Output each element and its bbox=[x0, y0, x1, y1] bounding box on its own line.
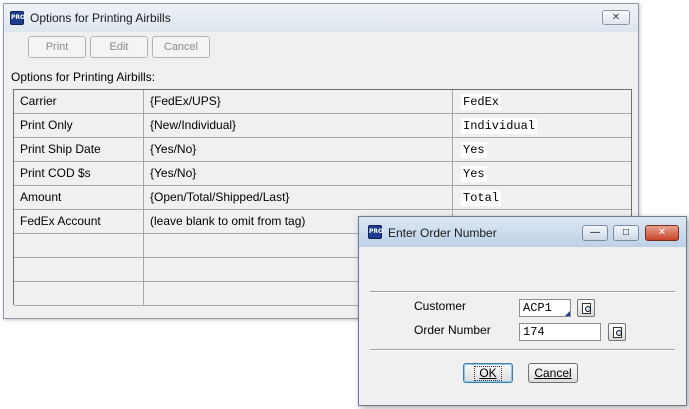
enter-order-number-dialog: PRO Enter Order Number — □ ✕ Customer AC… bbox=[358, 216, 687, 406]
ok-label: OK bbox=[474, 366, 502, 381]
table-row[interactable]: Carrier {FedEx/UPS} FedEx bbox=[14, 90, 631, 114]
customer-lookup-icon[interactable] bbox=[577, 299, 595, 317]
window-title: Options for Printing Airbills bbox=[30, 11, 171, 25]
option-name: Print Only bbox=[14, 114, 144, 137]
option-choices: {FedEx/UPS} bbox=[144, 90, 453, 113]
order-lookup-icon[interactable] bbox=[608, 323, 626, 341]
table-row[interactable]: Amount {Open/Total/Shipped/Last} Total bbox=[14, 186, 631, 210]
option-name: Print COD $s bbox=[14, 162, 144, 185]
divider bbox=[370, 291, 675, 293]
option-name: Print Ship Date bbox=[14, 138, 144, 161]
empty-cell bbox=[14, 282, 144, 305]
table-row[interactable]: Print COD $s {Yes/No} Yes bbox=[14, 162, 631, 186]
option-value: FedEx bbox=[461, 94, 502, 110]
order-number-label: Order Number bbox=[414, 323, 491, 337]
option-name: Carrier bbox=[14, 90, 144, 113]
option-name: Amount bbox=[14, 186, 144, 209]
close-icon[interactable]: ✕ bbox=[602, 10, 630, 25]
app-icon: PRO bbox=[10, 11, 25, 25]
option-value-cell[interactable]: Total bbox=[453, 186, 631, 209]
dropdown-indicator-icon bbox=[565, 311, 570, 316]
empty-cell bbox=[14, 258, 144, 281]
minimize-icon[interactable]: — bbox=[582, 225, 608, 241]
option-value-cell[interactable]: FedEx bbox=[453, 90, 631, 113]
option-value: Yes bbox=[461, 142, 487, 158]
cancel-label: Cancel bbox=[534, 366, 572, 380]
option-value-cell[interactable]: Individual bbox=[453, 114, 631, 137]
option-value-cell[interactable]: Yes bbox=[453, 138, 631, 161]
option-name: FedEx Account bbox=[14, 210, 144, 233]
option-value-cell[interactable]: Yes bbox=[453, 162, 631, 185]
close-icon[interactable]: ✕ bbox=[645, 225, 679, 241]
order-number-value: 174 bbox=[523, 325, 545, 339]
table-row[interactable]: Print Ship Date {Yes/No} Yes bbox=[14, 138, 631, 162]
cancel-button[interactable]: Cancel bbox=[528, 363, 578, 383]
dialog-title: Enter Order Number bbox=[388, 226, 497, 240]
customer-label: Customer bbox=[414, 299, 467, 313]
empty-cell bbox=[14, 234, 144, 257]
title-bar: PRO Options for Printing Airbills ✕ bbox=[4, 4, 638, 32]
customer-field[interactable]: ACP1 bbox=[519, 299, 571, 317]
dialog-title-bar: PRO Enter Order Number — □ ✕ bbox=[359, 217, 686, 247]
option-choices: {New/Individual} bbox=[144, 114, 453, 137]
edit-button[interactable]: Edit bbox=[90, 36, 148, 58]
option-value: Total bbox=[461, 190, 502, 206]
customer-value: ACP1 bbox=[523, 301, 552, 315]
print-button[interactable]: Print bbox=[28, 36, 86, 58]
section-label: Options for Printing Airbills: bbox=[11, 70, 156, 84]
option-value: Individual bbox=[461, 118, 538, 134]
order-number-field[interactable]: 174 bbox=[519, 323, 601, 341]
ok-button[interactable]: OK bbox=[463, 363, 513, 383]
option-choices: {Yes/No} bbox=[144, 138, 453, 161]
cancel-button[interactable]: Cancel bbox=[152, 36, 210, 58]
option-value: Yes bbox=[461, 166, 487, 182]
app-icon: PRO bbox=[368, 225, 383, 239]
divider bbox=[370, 349, 675, 351]
option-choices: {Open/Total/Shipped/Last} bbox=[144, 186, 453, 209]
maximize-icon[interactable]: □ bbox=[613, 225, 639, 241]
option-choices: {Yes/No} bbox=[144, 162, 453, 185]
table-row[interactable]: Print Only {New/Individual} Individual bbox=[14, 114, 631, 138]
